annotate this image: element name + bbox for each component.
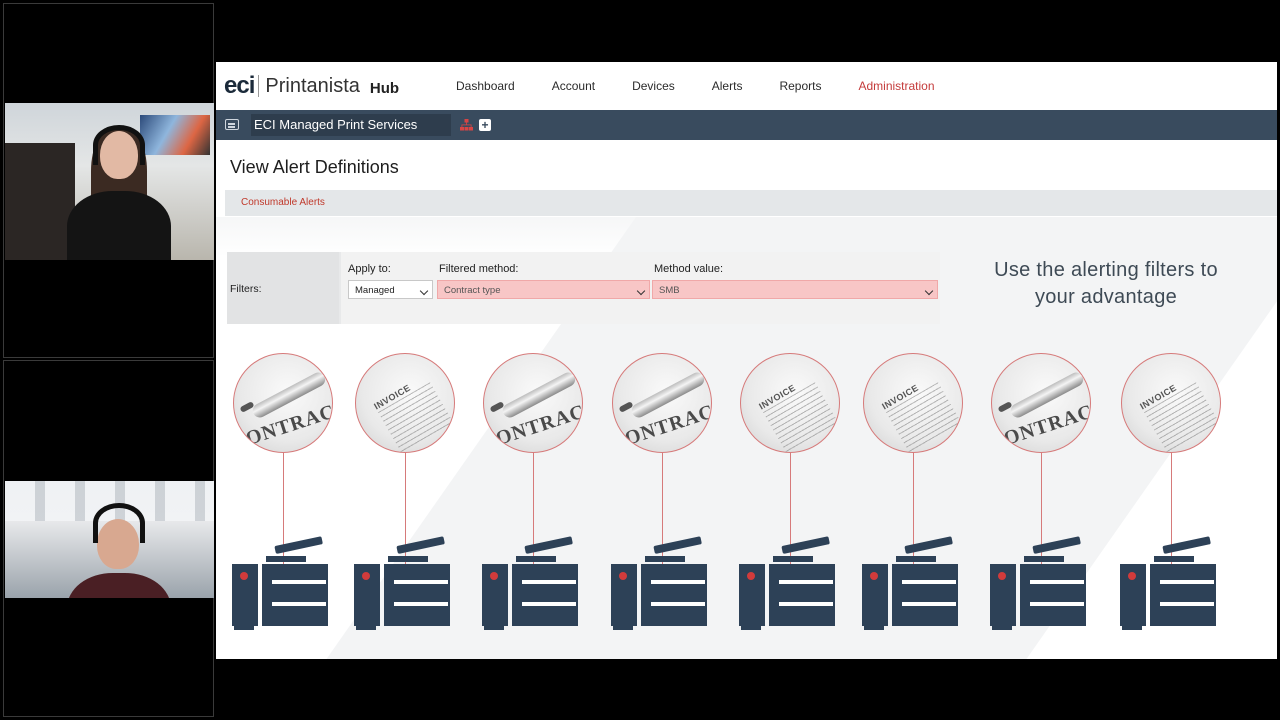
company-selector[interactable]: ECI Managed Print Services <box>251 114 451 136</box>
logo-product: Printanista <box>265 74 360 97</box>
tagline-line-1: Use the alerting filters to <box>994 259 1218 281</box>
participant-video-1 <box>5 103 214 260</box>
printer-icon <box>990 536 1090 630</box>
invoice-document-circle: INVOICE <box>863 353 963 453</box>
contract-document-circle: ONTRACT <box>612 353 712 453</box>
filters-panel: Filters: Apply to: Filtered method: Meth… <box>227 252 940 324</box>
tagline-line-2: your advantage <box>1034 286 1178 308</box>
contract-document-circle: ONTRACT <box>233 353 333 453</box>
shared-screen-app: eci Printanista Hub Dashboard Account De… <box>216 62 1277 659</box>
printer-station: ONTRACT <box>986 350 1096 640</box>
nav-account[interactable]: Account <box>552 79 595 93</box>
participant-avatar-1 <box>67 125 171 260</box>
filtered-method-label: Filtered method: <box>439 263 519 275</box>
printer-icon <box>354 536 454 630</box>
participant-tile-2[interactable] <box>3 360 214 717</box>
chevron-down-icon <box>924 286 934 296</box>
printer-station: INVOICE <box>735 350 845 640</box>
plus-icon[interactable]: + <box>479 119 491 131</box>
participant-video-2 <box>5 481 214 598</box>
apply-to-select[interactable]: Managed <box>348 280 433 299</box>
tab-bar: Consumable Alerts <box>225 190 1277 216</box>
apply-to-value: Managed <box>355 285 395 296</box>
chevron-down-icon <box>636 286 646 296</box>
menu-icon[interactable] <box>225 119 239 130</box>
context-bar: ECI Managed Print Services + <box>216 110 1277 140</box>
printer-station: INVOICE <box>858 350 968 640</box>
printer-station: ONTRACT <box>607 350 717 640</box>
invoice-document-circle: INVOICE <box>355 353 455 453</box>
printer-station: ONTRACT <box>228 350 338 640</box>
top-navigation: eci Printanista Hub Dashboard Account De… <box>216 62 1277 111</box>
participant-tile-1[interactable] <box>3 3 214 358</box>
nav-administration[interactable]: Administration <box>858 79 934 93</box>
page-title: View Alert Definitions <box>230 157 399 177</box>
nav-devices[interactable]: Devices <box>632 79 675 93</box>
printer-icon <box>232 536 332 630</box>
filters-label: Filters: <box>230 283 262 295</box>
invoice-document-circle: INVOICE <box>740 353 840 453</box>
bookshelf <box>5 143 75 260</box>
printer-illustration: ONTRACT INVOICE ONTRACT ONTRACT INVOICE … <box>216 350 1277 650</box>
logo-hub: Hub <box>369 79 400 97</box>
logo-eci: eci <box>224 72 255 99</box>
chevron-down-icon <box>419 286 429 296</box>
filters-label-cell: Filters: <box>227 252 339 324</box>
printer-icon <box>1120 536 1220 630</box>
invoice-document-circle: INVOICE <box>1121 353 1221 453</box>
method-value-select[interactable]: SMB <box>652 280 938 299</box>
nav-alerts[interactable]: Alerts <box>712 79 743 93</box>
apply-to-label: Apply to: <box>348 263 391 275</box>
printer-icon <box>862 536 962 630</box>
printer-station: INVOICE <box>350 350 460 640</box>
printer-icon <box>739 536 839 630</box>
nav-dashboard[interactable]: Dashboard <box>456 79 515 93</box>
method-value-label: Method value: <box>654 263 724 275</box>
printer-icon <box>482 536 582 630</box>
nav-reports[interactable]: Reports <box>779 79 821 93</box>
participant-avatar-2 <box>67 503 171 598</box>
printer-icon <box>611 536 711 630</box>
video-column <box>3 3 214 717</box>
method-value-value: SMB <box>659 285 680 296</box>
slide-tagline: Use the alerting filters to your advanta… <box>966 257 1246 311</box>
filters-controls: Apply to: Filtered method: Method value:… <box>341 252 940 324</box>
contract-document-circle: ONTRACT <box>483 353 583 453</box>
filtered-method-select[interactable]: Contract type <box>437 280 650 299</box>
printer-station: INVOICE <box>1116 350 1226 640</box>
printer-station: ONTRACT <box>478 350 588 640</box>
filtered-method-value: Contract type <box>444 285 501 296</box>
logo-divider <box>258 75 260 97</box>
contract-document-circle: ONTRACT <box>991 353 1091 453</box>
org-tree-icon[interactable] <box>460 119 473 131</box>
main-nav: Dashboard Account Devices Alerts Reports… <box>456 62 972 110</box>
tab-consumable-alerts[interactable]: Consumable Alerts <box>241 190 325 216</box>
printanista-logo[interactable]: eci Printanista Hub <box>224 71 399 101</box>
